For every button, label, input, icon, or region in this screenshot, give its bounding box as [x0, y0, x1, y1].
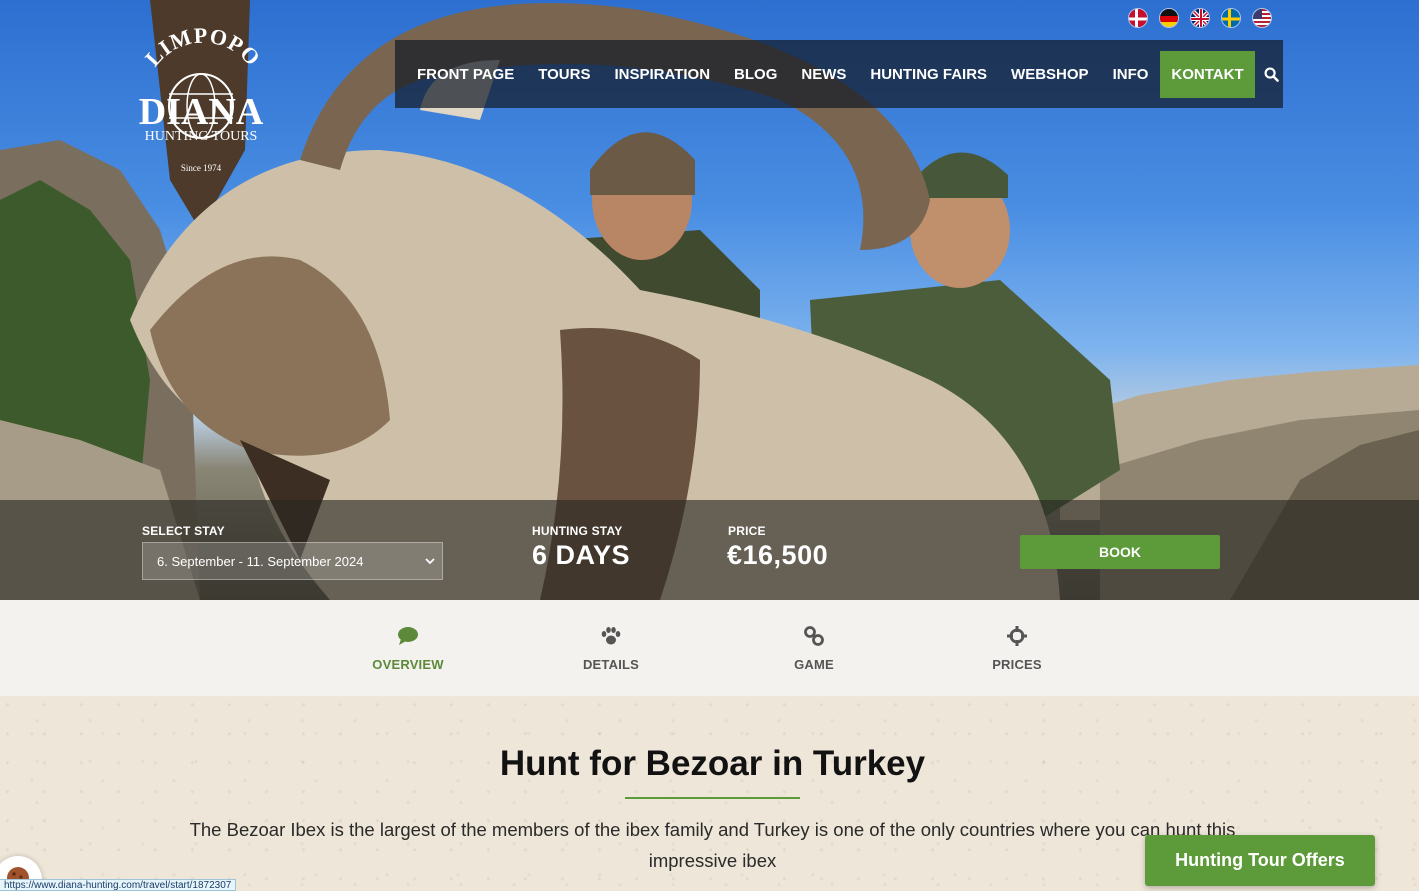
svg-text:HUNTING TOURS: HUNTING TOURS	[145, 129, 258, 144]
nav-info[interactable]: INFO	[1101, 51, 1161, 98]
status-bar-url: https://www.diana-hunting.com/travel/sta…	[0, 879, 237, 891]
us-flag-icon[interactable]	[1252, 8, 1272, 28]
main-navigation: FRONT PAGE TOURS INSPIRATION BLOG NEWS H…	[395, 40, 1283, 108]
speech-bubble-icon	[338, 624, 478, 648]
paw-icon	[541, 624, 681, 648]
nav-front-page[interactable]: FRONT PAGE	[405, 51, 526, 98]
tab-game[interactable]: GAME	[744, 624, 884, 672]
tab-overview-label: OVERVIEW	[372, 657, 444, 672]
nav-hunting-fairs[interactable]: HUNTING FAIRS	[858, 51, 999, 98]
tab-details[interactable]: DETAILS	[541, 624, 681, 672]
stay-date-value: 6. September - 11. September 2024	[157, 553, 364, 569]
nav-news[interactable]: NEWS	[789, 51, 858, 98]
select-stay-label: SELECT STAY	[142, 524, 225, 538]
svg-text:DIANA: DIANA	[139, 91, 264, 133]
danish-flag-icon[interactable]	[1128, 8, 1148, 28]
language-flags	[1128, 8, 1272, 28]
nav-webshop[interactable]: WEBSHOP	[999, 51, 1101, 98]
tab-prices[interactable]: PRICES	[947, 624, 1087, 672]
crosshair-icon	[947, 624, 1087, 648]
swedish-flag-icon[interactable]	[1221, 8, 1241, 28]
page-title: Hunt for Bezoar in Turkey	[499, 744, 926, 783]
booking-bar: SELECT STAY 6. September - 11. September…	[0, 500, 1419, 600]
tab-game-label: GAME	[794, 657, 834, 672]
book-button[interactable]: BOOK	[1020, 535, 1220, 569]
stay-date-select[interactable]: 6. September - 11. September 2024	[142, 542, 443, 580]
nav-tours[interactable]: TOURS	[526, 51, 602, 98]
chevron-down-icon	[425, 558, 435, 565]
search-icon[interactable]	[1261, 51, 1283, 98]
nav-kontakt[interactable]: KONTAKT	[1160, 50, 1255, 98]
title-divider	[625, 797, 800, 799]
intro-text: The Bezoar Ibex is the largest of the me…	[189, 819, 1236, 871]
nav-blog[interactable]: BLOG	[722, 51, 789, 98]
hunting-stay-label: HUNTING STAY	[532, 524, 623, 538]
hunting-tour-offers-button[interactable]: Hunting Tour Offers	[1145, 835, 1375, 886]
german-flag-icon[interactable]	[1159, 8, 1179, 28]
site-logo[interactable]: LIMPOPO DIANA HUNTING TOURS Since 1974	[128, 23, 278, 178]
price-label: PRICE	[728, 524, 766, 538]
nav-inspiration[interactable]: INSPIRATION	[602, 51, 722, 98]
tab-overview[interactable]: OVERVIEW	[338, 624, 478, 672]
link-icon	[744, 624, 884, 648]
price-value: €16,500	[727, 540, 829, 570]
tab-details-label: DETAILS	[582, 657, 640, 672]
svg-text:Since 1974: Since 1974	[181, 163, 222, 173]
svg-text:LIMPOPO: LIMPOPO	[140, 28, 266, 71]
hunting-stay-value: 6 DAYS	[532, 540, 631, 570]
tab-prices-label: PRICES	[992, 657, 1042, 672]
uk-flag-icon[interactable]	[1190, 8, 1210, 28]
section-tabs: OVERVIEW DETAILS GAME PRICES	[0, 600, 1419, 696]
